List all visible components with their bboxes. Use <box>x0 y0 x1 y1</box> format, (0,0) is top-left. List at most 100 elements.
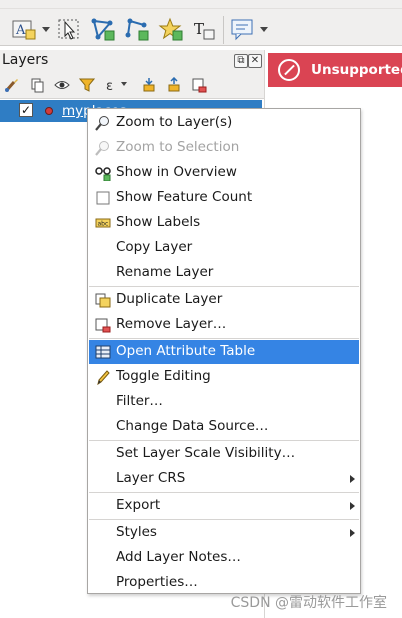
menu-label: Styles <box>116 524 157 540</box>
filter-expression-button[interactable]: ε <box>103 76 121 94</box>
expression-icon: ε <box>106 79 113 93</box>
menu-label: Layer CRS <box>116 470 186 486</box>
toolbar-separator <box>223 16 224 44</box>
menu-label: Change Data Source… <box>116 418 269 434</box>
menu-label: Show in Overview <box>116 164 237 180</box>
text-annotation-icon: T <box>194 20 215 40</box>
menu-label: Filter… <box>116 393 163 409</box>
remove-layer-icon <box>192 78 207 93</box>
star-icon <box>158 17 183 41</box>
menu-item-zoom-to-layer[interactable]: Zoom to Layer(s) <box>89 111 359 135</box>
menu-separator <box>89 286 359 287</box>
menu-label: Zoom to Layer(s) <box>116 114 233 130</box>
eye-icon <box>54 81 70 89</box>
error-message-bar: Unsupported <box>268 53 402 87</box>
layer-group-icon <box>31 78 44 93</box>
paintbrush-icon <box>5 79 18 92</box>
menu-item-show-labels[interactable]: abc Show Labels <box>89 211 359 235</box>
menu-item-remove-layer[interactable]: Remove Layer… <box>89 313 359 337</box>
add-group-button[interactable] <box>28 76 46 94</box>
svg-text:ε: ε <box>106 79 113 93</box>
layer-visibility-checkbox[interactable]: ✓ <box>19 103 33 117</box>
menu-separator <box>89 338 359 339</box>
favorite-tool-button[interactable] <box>157 16 185 42</box>
menu-item-add-layer-notes[interactable]: Add Layer Notes… <box>89 546 359 570</box>
menu-item-copy-layer[interactable]: Copy Layer <box>89 236 359 260</box>
submenu-arrow-icon <box>350 502 355 510</box>
menu-label: Rename Layer <box>116 264 214 280</box>
expand-all-icon <box>143 78 155 92</box>
zoom-icon <box>95 115 111 131</box>
node-tool-icon <box>91 18 115 41</box>
duplicate-layer-icon <box>95 292 111 308</box>
add-feature-button[interactable] <box>123 16 151 42</box>
style-manager-button[interactable] <box>3 76 21 94</box>
menu-item-change-data-source[interactable]: Change Data Source… <box>89 415 359 439</box>
layer-context-menu: Zoom to Layer(s) Zoom to Selection Show … <box>87 108 361 594</box>
menu-item-toggle-editing[interactable]: Toggle Editing <box>89 365 359 389</box>
remove-layer-icon <box>95 317 111 333</box>
menu-label: Add Layer Notes… <box>116 549 241 565</box>
submenu-arrow-icon <box>350 475 355 483</box>
pencil-icon <box>95 369 111 385</box>
annotation-dropdown-icon[interactable] <box>260 27 268 32</box>
label-tool-dropdown-icon[interactable] <box>42 27 50 32</box>
annotation-tool-button[interactable] <box>229 16 257 42</box>
menu-label: Duplicate Layer <box>116 291 223 307</box>
menu-label: Show Labels <box>116 214 201 230</box>
submenu-arrow-icon <box>350 529 355 537</box>
menu-item-show-in-overview[interactable]: Show in Overview <box>89 161 359 185</box>
filter-legend-button[interactable] <box>78 76 96 94</box>
menu-separator <box>89 519 359 520</box>
critical-icon <box>278 59 300 81</box>
vertex-tool-button[interactable] <box>89 16 117 42</box>
menu-label: Open Attribute Table <box>116 343 256 359</box>
expression-dropdown-icon[interactable] <box>121 82 127 86</box>
layers-panel-title: Layers <box>2 52 49 68</box>
remove-layer-button[interactable] <box>190 76 208 94</box>
menu-separator <box>89 492 359 493</box>
toolbar-top-strip <box>0 0 402 9</box>
menu-separator <box>89 440 359 441</box>
menu-label: Show Feature Count <box>116 189 253 205</box>
select-tool-button[interactable] <box>55 16 83 42</box>
collapse-all-button[interactable] <box>165 76 183 94</box>
menu-label: Remove Layer… <box>116 316 227 332</box>
menu-item-set-layer-scale-visibility[interactable]: Set Layer Scale Visibility… <box>89 442 359 466</box>
speech-bubble-icon <box>231 19 253 41</box>
close-panel-icon[interactable]: ✕ <box>248 54 262 68</box>
menu-label: Set Layer Scale Visibility… <box>116 445 296 461</box>
menu-label: Properties… <box>116 574 198 590</box>
expand-all-button[interactable] <box>140 76 158 94</box>
menu-item-open-attribute-table[interactable]: Open Attribute Table <box>89 340 359 364</box>
menu-item-filter[interactable]: Filter… <box>89 390 359 414</box>
zoom-selection-icon <box>95 140 111 156</box>
menu-item-export[interactable]: Export <box>89 494 359 518</box>
menu-label: Copy Layer <box>116 239 193 255</box>
error-message-text: Unsupported <box>311 62 402 78</box>
overview-icon <box>95 165 111 181</box>
menu-label: Zoom to Selection <box>116 139 240 155</box>
menu-item-styles[interactable]: Styles <box>89 521 359 545</box>
label-tool-button[interactable]: A <box>10 16 38 42</box>
attribute-table-icon <box>95 344 111 360</box>
text-annotation-button[interactable]: T <box>190 16 218 42</box>
menu-item-duplicate-layer[interactable]: Duplicate Layer <box>89 288 359 312</box>
layers-panel-toolbar: ε <box>0 72 264 99</box>
menu-item-zoom-to-selection[interactable]: Zoom to Selection <box>89 136 359 160</box>
menu-item-rename-layer[interactable]: Rename Layer <box>89 261 359 285</box>
svg-text:A: A <box>15 23 26 38</box>
layers-panel-titlebar: Layers ⧉ ✕ <box>0 50 264 72</box>
watermark-text: CSDN @雷动软件工作室 <box>230 595 387 611</box>
float-panel-icon[interactable]: ⧉ <box>234 54 248 68</box>
main-toolbar: A T <box>0 0 402 46</box>
svg-text:abc: abc <box>98 221 109 228</box>
menu-item-layer-crs[interactable]: Layer CRS <box>89 467 359 491</box>
manage-visibility-button[interactable] <box>53 76 71 94</box>
labels-icon: abc <box>95 215 111 231</box>
menu-item-show-feature-count[interactable]: Show Feature Count <box>89 186 359 210</box>
svg-text:T: T <box>194 20 204 38</box>
menu-label: Toggle Editing <box>116 368 211 384</box>
label-tool-icon: A <box>12 20 36 40</box>
menu-label: Export <box>116 497 161 513</box>
